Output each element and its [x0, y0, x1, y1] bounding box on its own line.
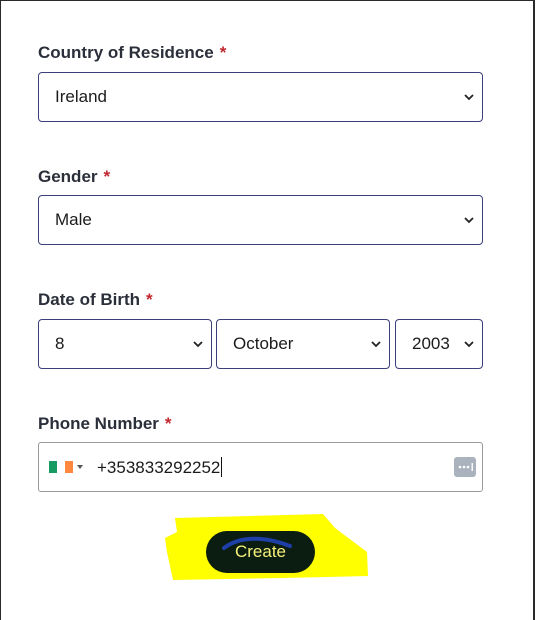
- password-manager-icon[interactable]: [454, 457, 476, 477]
- dob-month-select[interactable]: October: [216, 319, 390, 369]
- dob-month-value: October: [233, 334, 294, 353]
- chevron-down-icon: [193, 341, 203, 348]
- phone-number-text: +353833292252: [97, 458, 221, 477]
- required-asterisk: *: [146, 290, 153, 309]
- dob-label-text: Date of Birth: [38, 290, 140, 309]
- required-asterisk: *: [219, 43, 227, 62]
- chevron-down-icon: [371, 341, 381, 348]
- dob-day-value: 8: [55, 334, 65, 353]
- ireland-flag-icon[interactable]: [49, 461, 73, 473]
- phone-label-text: Phone Number: [38, 414, 159, 433]
- country-code-dropdown-icon[interactable]: [77, 465, 83, 469]
- dob-year-value: 2003: [412, 334, 450, 353]
- dob-year-select[interactable]: 2003: [395, 319, 483, 369]
- chevron-down-icon: [464, 94, 474, 101]
- gender-select-value: Male: [55, 210, 92, 229]
- gender-label: Gender *: [38, 167, 110, 187]
- phone-label: Phone Number *: [38, 414, 172, 434]
- country-select[interactable]: Ireland: [38, 72, 483, 122]
- gender-label-text: Gender: [38, 167, 98, 186]
- phone-input-value: +353833292252: [97, 457, 223, 478]
- country-label: Country of Residence *: [38, 43, 226, 63]
- country-select-value: Ireland: [55, 87, 107, 106]
- phone-input[interactable]: +353833292252: [38, 442, 483, 492]
- chevron-down-icon: [464, 341, 474, 348]
- chevron-down-icon: [464, 217, 474, 224]
- country-label-text: Country of Residence: [38, 43, 214, 62]
- dob-day-select[interactable]: 8: [38, 319, 212, 369]
- gender-select[interactable]: Male: [38, 195, 483, 245]
- dob-label: Date of Birth *: [38, 290, 153, 310]
- required-asterisk: *: [164, 414, 172, 433]
- text-cursor: [221, 457, 223, 477]
- required-asterisk: *: [103, 167, 111, 186]
- annotation-scribble: [222, 536, 292, 550]
